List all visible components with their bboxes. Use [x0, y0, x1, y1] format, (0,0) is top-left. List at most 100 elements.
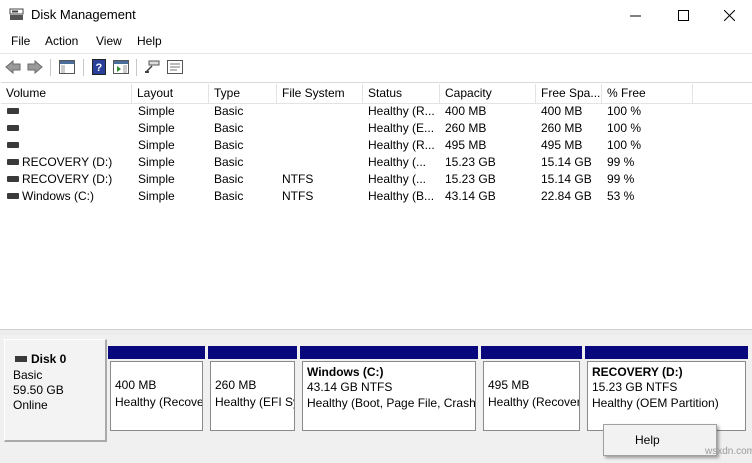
partition-size: 260 MB — [215, 378, 257, 392]
cell-capacity: 15.23 GB — [445, 155, 496, 169]
show-hide-action-pane-button[interactable] — [112, 58, 130, 76]
table-row[interactable]: RECOVERY (D:) Simple Basic Healthy (... 15.2… — [1, 154, 752, 171]
volume-list: Volume Layout Type File System Status Ca… — [1, 82, 752, 330]
cell-volume — [22, 137, 132, 154]
help-button[interactable]: ? — [90, 58, 108, 76]
table-row[interactable]: Simple Basic Healthy (R... 495 MB 495 MB 100 … — [1, 137, 752, 154]
disk-name: Disk 0 — [31, 352, 67, 366]
properties-button[interactable] — [166, 58, 184, 76]
partition-efi-260mb[interactable]: 260 MB Healthy (EFI System Partition) — [210, 361, 295, 431]
partition-size: 495 MB — [488, 378, 530, 392]
cell-file-system: NTFS — [282, 172, 314, 186]
column-header-type[interactable]: Type — [209, 84, 277, 103]
partition-size: 15.23 GB NTFS — [592, 380, 678, 394]
cell-volume: RECOVERY (D:) — [22, 172, 113, 186]
cell-file-system — [282, 137, 362, 154]
partition-bar — [208, 346, 297, 359]
column-header-capacity[interactable]: Capacity — [440, 84, 536, 103]
partition-name: Windows (C:) — [307, 365, 384, 379]
maximize-icon — [677, 9, 689, 21]
show-hide-console-tree-icon — [59, 60, 75, 74]
partition-size: 43.14 GB NTFS — [307, 380, 393, 394]
connect-button[interactable] — [143, 58, 161, 76]
cell-capacity: 15.23 GB — [445, 172, 496, 186]
column-header-layout[interactable]: Layout — [132, 84, 209, 103]
title-bar: Disk Management — [0, 0, 752, 30]
show-hide-console-tree-button[interactable] — [58, 58, 76, 76]
menu-file[interactable]: File — [11, 34, 30, 48]
volume-drive-icon — [7, 159, 19, 165]
partition-bar — [585, 346, 748, 359]
cell-free-space: 260 MB — [541, 121, 583, 135]
column-header-percent-free[interactable]: % Free — [602, 84, 693, 103]
cell-capacity: 43.14 GB — [445, 189, 496, 203]
partition-status: Healthy (Recovery Partition) — [488, 395, 579, 409]
partition-windows-c[interactable]: Windows (C:) 43.14 GB NTFS Healthy (Boot… — [302, 361, 476, 431]
menu-action[interactable]: Action — [45, 34, 78, 48]
cell-percent-free: 99 % — [607, 155, 635, 169]
column-header-volume[interactable]: Volume — [1, 84, 132, 103]
partition-status: Healthy (Boot, Page File, Crash Dump, Pr… — [307, 396, 476, 410]
cell-layout: Simple — [138, 155, 175, 169]
disk-management-app-icon — [9, 8, 24, 20]
cell-layout: Simple — [138, 172, 175, 186]
disk-type: Basic — [13, 368, 43, 382]
cell-type: Basic — [214, 104, 244, 118]
volume-drive-icon — [7, 125, 19, 131]
volume-drive-icon — [7, 176, 19, 182]
close-button[interactable] — [706, 0, 752, 30]
maximize-button[interactable] — [660, 0, 706, 30]
context-menu-help[interactable]: Help — [635, 433, 660, 447]
partition-bar — [481, 346, 582, 359]
cell-free-space: 22.84 GB — [541, 189, 592, 203]
cell-layout: Simple — [138, 189, 175, 203]
cell-layout: Simple — [138, 138, 175, 152]
watermark: wsxdn.com — [705, 446, 752, 457]
volume-drive-icon — [7, 108, 19, 114]
cell-free-space: 495 MB — [541, 138, 583, 152]
disk-size: 59.50 GB — [13, 383, 64, 397]
column-header-free-space[interactable]: Free Spa... — [536, 84, 602, 103]
menu-view[interactable]: View — [96, 34, 122, 48]
forward-button[interactable] — [26, 58, 44, 76]
partition-recovery-d[interactable]: RECOVERY (D:) 15.23 GB NTFS Healthy (OEM… — [587, 361, 746, 431]
cell-status: Healthy (B... — [368, 189, 435, 203]
back-arrow-icon — [5, 60, 21, 74]
cell-percent-free: 100 % — [607, 104, 642, 118]
partition-name: RECOVERY (D:) — [592, 365, 683, 379]
partition-status: Healthy (OEM Partition) — [592, 396, 719, 410]
back-button[interactable] — [4, 58, 22, 76]
partition-recovery-495mb[interactable]: 495 MB Healthy (Recovery Partition) — [483, 361, 580, 431]
column-header-file-system[interactable]: File System — [277, 84, 363, 103]
partition-recovery-400mb[interactable]: 400 MB Healthy (Recovery Partition) — [110, 361, 203, 431]
cell-type: Basic — [214, 189, 244, 203]
cell-type: Basic — [214, 172, 244, 186]
minimize-button[interactable] — [612, 0, 658, 30]
context-menu: Help — [603, 424, 717, 456]
cell-layout: Simple — [138, 121, 175, 135]
show-hide-action-pane-icon — [113, 60, 129, 74]
cell-file-system — [282, 103, 362, 120]
toolbar-separator — [136, 59, 137, 76]
partition-bar — [108, 346, 205, 359]
menu-help[interactable]: Help — [137, 34, 162, 48]
help-icon: ? — [92, 59, 106, 75]
cell-volume — [22, 120, 132, 137]
column-header-status[interactable]: Status — [363, 84, 440, 103]
table-row[interactable]: RECOVERY (D:) Simple Basic NTFS Healthy (...… — [1, 171, 752, 188]
disk-0-label[interactable]: Disk 0 Basic 59.50 GB Online — [4, 339, 107, 442]
cell-capacity: 495 MB — [445, 138, 487, 152]
cell-status: Healthy (R... — [368, 138, 435, 152]
minimize-icon — [629, 15, 641, 16]
table-row[interactable]: Windows (C:) Simple Basic NTFS Healthy (B...… — [1, 188, 752, 205]
cell-volume — [22, 103, 132, 120]
menu-bar: File Action View Help — [0, 30, 752, 52]
cell-volume: Windows (C:) — [22, 189, 95, 203]
table-row[interactable]: Simple Basic Healthy (E... 260 MB 260 MB 100 … — [1, 120, 752, 137]
cell-type: Basic — [214, 138, 244, 152]
cell-percent-free: 100 % — [607, 121, 642, 135]
cell-status: Healthy (R... — [368, 104, 435, 118]
cell-percent-free: 100 % — [607, 138, 642, 152]
list-header: Volume Layout Type File System Status Ca… — [1, 84, 752, 104]
table-row[interactable]: Simple Basic Healthy (R... 400 MB 400 MB 100 … — [1, 103, 752, 120]
